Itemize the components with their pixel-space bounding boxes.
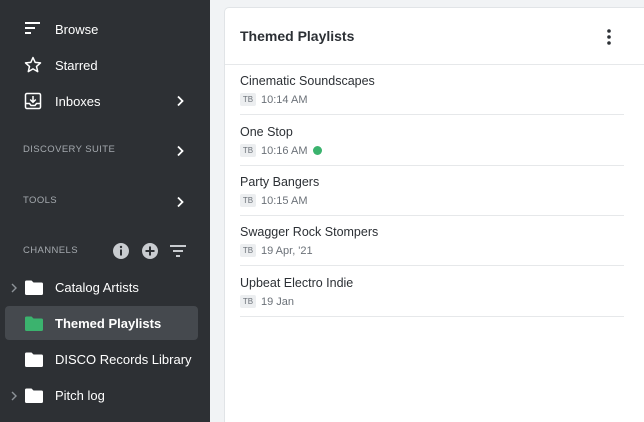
playlist-name: Cinematic Soundscapes bbox=[240, 74, 375, 88]
expand-caret-icon[interactable] bbox=[10, 390, 18, 402]
channel-disco-records-library[interactable]: DISCO Records Library bbox=[0, 342, 210, 378]
playlist-name: Swagger Rock Stompers bbox=[240, 225, 379, 239]
sidebar: Browse Starred Inboxes DISCOVERY SUITE T… bbox=[0, 0, 210, 422]
chevron-right-icon[interactable] bbox=[175, 196, 185, 208]
user-initials-badge: TB bbox=[240, 295, 256, 308]
info-icon[interactable] bbox=[112, 242, 130, 260]
section-discovery-label: DISCOVERY SUITE bbox=[23, 144, 116, 155]
section-discovery-suite[interactable]: DISCOVERY SUITE bbox=[0, 140, 210, 160]
unread-status-dot bbox=[313, 146, 323, 155]
playlist-name: Upbeat Electro Indie bbox=[240, 276, 354, 290]
channel-catalog-artists[interactable]: Catalog Artists bbox=[0, 270, 210, 306]
playlist-name: One Stop bbox=[240, 125, 293, 139]
more-options-icon[interactable] bbox=[605, 28, 613, 46]
panel-title: Themed Playlists bbox=[240, 28, 355, 44]
playlist-time: 10:14 AM bbox=[261, 93, 308, 106]
nav-browse[interactable]: Browse bbox=[0, 11, 210, 47]
playlist-time: 10:15 AM bbox=[261, 194, 308, 207]
playlist-meta: TB 19 Apr, '21 bbox=[240, 244, 313, 257]
add-channel-icon[interactable] bbox=[141, 242, 159, 260]
playlist-meta: TB 10:16 AM bbox=[240, 144, 323, 157]
playlist-name: Party Bangers bbox=[240, 175, 320, 189]
user-initials-badge: TB bbox=[240, 244, 256, 257]
section-channels-label: CHANNELS bbox=[23, 245, 78, 256]
playlist-row[interactable]: Cinematic Soundscapes TB 10:14 AM bbox=[240, 64, 624, 115]
playlist-row[interactable]: Swagger Rock Stompers TB 19 Apr, '21 bbox=[240, 215, 624, 266]
user-initials-badge: TB bbox=[240, 93, 256, 106]
section-tools-label: TOOLS bbox=[23, 195, 58, 206]
playlist-row[interactable]: Upbeat Electro Indie TB 19 Jan bbox=[240, 266, 624, 317]
folder-icon bbox=[25, 388, 43, 403]
channel-label: DISCO Records Library bbox=[55, 352, 192, 367]
user-initials-badge: TB bbox=[240, 144, 256, 157]
playlist-meta: TB 10:15 AM bbox=[240, 194, 307, 207]
playlist-meta: TB 10:14 AM bbox=[240, 93, 307, 106]
playlist-meta: TB 19 Jan bbox=[240, 295, 294, 308]
expand-caret-icon[interactable] bbox=[10, 282, 18, 294]
inbox-icon bbox=[24, 92, 42, 110]
star-icon bbox=[24, 56, 42, 73]
folder-icon bbox=[25, 352, 43, 367]
browse-lines-icon bbox=[25, 22, 40, 34]
nav-inboxes[interactable]: Inboxes bbox=[0, 83, 210, 119]
chevron-right-icon[interactable] bbox=[175, 95, 185, 107]
playlist-row[interactable]: One Stop TB 10:16 AM bbox=[240, 115, 624, 166]
nav-browse-label: Browse bbox=[55, 21, 99, 37]
folder-icon bbox=[25, 280, 43, 295]
channel-label: Catalog Artists bbox=[55, 280, 139, 295]
user-initials-badge: TB bbox=[240, 194, 256, 207]
filter-icon[interactable] bbox=[169, 243, 187, 259]
playlist-panel: Themed Playlists Cinematic Soundscapes T… bbox=[225, 8, 644, 422]
section-tools[interactable]: TOOLS bbox=[0, 191, 210, 211]
playlist-time: 19 Jan bbox=[261, 295, 295, 308]
channel-themed-playlists[interactable]: Themed Playlists bbox=[0, 306, 210, 342]
channel-pitch-log[interactable]: Pitch log bbox=[0, 378, 210, 414]
nav-starred[interactable]: Starred bbox=[0, 47, 210, 83]
channel-label: Themed Playlists bbox=[55, 316, 162, 331]
channel-label: Pitch log bbox=[55, 388, 105, 403]
folder-icon bbox=[25, 316, 43, 331]
nav-starred-label: Starred bbox=[55, 57, 98, 73]
playlist-row[interactable]: Party Bangers TB 10:15 AM bbox=[240, 165, 624, 216]
nav-inboxes-label: Inboxes bbox=[55, 93, 101, 109]
playlist-time: 19 Apr, '21 bbox=[261, 244, 313, 257]
playlist-time: 10:16 AM bbox=[261, 144, 308, 157]
chevron-right-icon[interactable] bbox=[175, 145, 185, 157]
